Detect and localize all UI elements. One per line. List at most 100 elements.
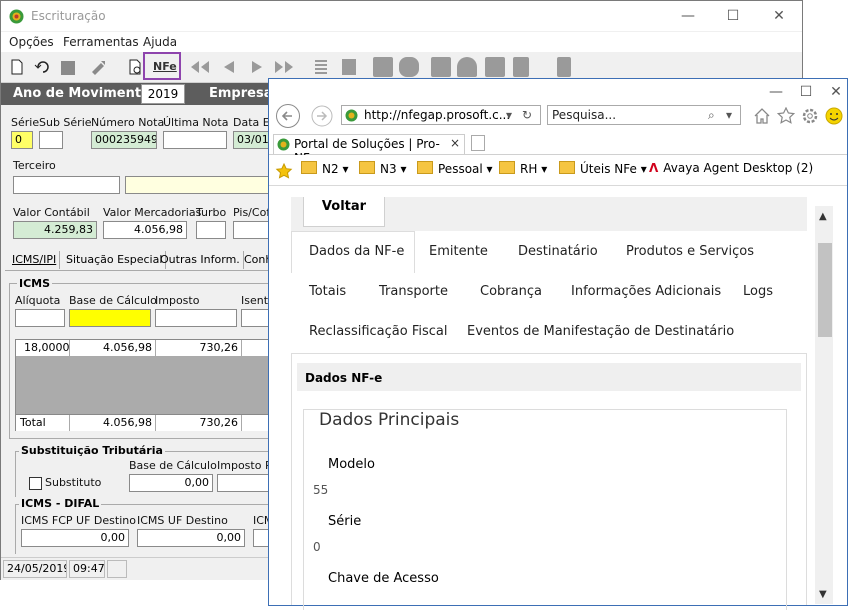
nfe-button[interactable]: NFe: [143, 52, 181, 80]
app-logo-icon: [9, 9, 24, 24]
back-arrow-icon[interactable]: [275, 103, 301, 129]
next-record-icon[interactable]: [247, 57, 267, 77]
scroll-down-icon[interactable]: ▼: [819, 589, 827, 600]
imposto-field[interactable]: [155, 309, 237, 327]
search-icon[interactable]: ⌕: [708, 106, 715, 124]
aliquota-field[interactable]: [15, 309, 65, 327]
new-tab-icon[interactable]: [471, 135, 485, 151]
numero-nota-field[interactable]: 000235949: [91, 131, 157, 149]
address-dropdown-icon[interactable]: ▾: [506, 106, 512, 124]
address-bar[interactable]: http://nfegap.prosoft.c... ▾ ↻: [341, 105, 541, 125]
tab-icms-ipi[interactable]: ICMS/IPI: [9, 251, 61, 269]
tab-eventos-manifestacao[interactable]: Eventos de Manifestação de Destinatário: [467, 324, 734, 339]
cloud-icon[interactable]: [457, 57, 477, 77]
archive-icon[interactable]: [513, 57, 529, 77]
search-box[interactable]: Pesquisa... ⌕ ▾: [547, 105, 741, 125]
valor-contabil-field[interactable]: 4.259,83: [13, 221, 97, 239]
icms-uf-field[interactable]: 0,00: [137, 529, 245, 547]
maximize-button[interactable]: ☐: [718, 5, 748, 27]
previous-record-icon[interactable]: [219, 57, 239, 77]
menu-ferramentas[interactable]: Ferramentas: [63, 35, 139, 49]
fav-rh[interactable]: RH ▾: [499, 161, 547, 176]
favorites-star-icon[interactable]: [777, 107, 795, 125]
base-calculo-field[interactable]: [69, 309, 151, 327]
first-record-icon[interactable]: [189, 57, 209, 77]
total-base-cell: 4.056,98: [70, 415, 156, 431]
substituto-checkbox[interactable]: [29, 477, 42, 490]
title-bar: Escrituração — ☐ ✕: [1, 1, 802, 31]
turbo-field[interactable]: [196, 221, 226, 239]
apple-icon[interactable]: [399, 57, 419, 77]
tab-situacao-especial[interactable]: Situação Especial: [63, 251, 167, 269]
terceiro-code-field[interactable]: [13, 176, 120, 194]
browser-tab[interactable]: Portal de Soluções | Pro-NF... ×: [273, 134, 465, 165]
site-favicon-icon: [345, 109, 358, 122]
add-favorite-star-icon[interactable]: [275, 163, 293, 179]
fav-n2[interactable]: N2 ▾: [301, 161, 348, 176]
tab-informacoes-adicionais[interactable]: Informações Adicionais: [571, 284, 721, 299]
icms-uf-label: ICMS UF Destino: [137, 514, 228, 527]
tab-totais[interactable]: Totais: [309, 284, 346, 299]
last-record-icon[interactable]: [273, 57, 293, 77]
nfe-button-label: NFe: [153, 60, 177, 73]
fav-pessoal[interactable]: Pessoal ▾: [417, 161, 493, 176]
browser-minimize-button[interactable]: —: [761, 81, 791, 103]
calculator-icon[interactable]: [339, 57, 359, 77]
list-icon[interactable]: [311, 57, 331, 77]
minimize-button[interactable]: —: [673, 5, 703, 27]
menu-opcoes[interactable]: Opções: [9, 35, 54, 49]
forward-arrow-icon[interactable]: [311, 105, 333, 127]
turbo-label: Turbo: [196, 206, 227, 219]
subserie-field[interactable]: [39, 131, 63, 149]
data-field[interactable]: 03/01/: [233, 131, 273, 149]
book-icon[interactable]: [485, 57, 505, 77]
search-placeholder: Pesquisa...: [552, 108, 617, 122]
pis-cofins-field[interactable]: [233, 221, 273, 239]
tab-transporte[interactable]: Transporte: [379, 284, 448, 299]
browser-close-button[interactable]: ✕: [821, 81, 848, 103]
year-field[interactable]: 2019: [141, 84, 185, 104]
tab-outras-inform[interactable]: Outras Inform.: [157, 251, 244, 269]
settings-gear-icon[interactable]: [801, 107, 819, 125]
valor-mercadorias-field[interactable]: 4.056,98: [103, 221, 187, 239]
st-imposto-field[interactable]: [217, 474, 273, 492]
tab-close-icon[interactable]: ×: [450, 136, 460, 150]
tools-icon[interactable]: [89, 57, 109, 77]
exit-door-icon[interactable]: [557, 57, 571, 77]
menu-ajuda[interactable]: Ajuda: [143, 35, 177, 49]
ultima-nota-field[interactable]: [163, 131, 227, 149]
st-base-field[interactable]: 0,00: [129, 474, 213, 492]
tab-logs[interactable]: Logs: [743, 284, 773, 299]
fav-n3[interactable]: N3 ▾: [359, 161, 406, 176]
tab-emitente[interactable]: Emitente: [429, 244, 488, 259]
stop-icon[interactable]: [61, 61, 75, 75]
tab-produtos-servicos[interactable]: Produtos e Serviços: [626, 244, 754, 259]
fcp-field[interactable]: 0,00: [21, 529, 129, 547]
table-row[interactable]: 18,0000 4.056,98 730,26: [16, 340, 268, 357]
new-document-icon[interactable]: [7, 57, 27, 77]
tab-destinatario[interactable]: Destinatário: [518, 244, 598, 259]
folder-icon[interactable]: [373, 57, 393, 77]
fav-uteis-nfe[interactable]: Úteis NFe ▾: [559, 161, 647, 176]
browser-maximize-button[interactable]: ☐: [791, 81, 821, 103]
scrollbar-thumb[interactable]: [818, 243, 832, 337]
empresa-label: Empresa: [209, 86, 273, 101]
search-dropdown-icon[interactable]: ▾: [726, 106, 732, 124]
fav-avaya[interactable]: Λ Avaya Agent Desktop (2): [649, 161, 813, 175]
scroll-up-icon[interactable]: ▲: [819, 211, 827, 222]
terceiro-name-field[interactable]: [125, 176, 275, 194]
home-icon[interactable]: [753, 107, 771, 125]
fav-uteis-nfe-label: Úteis NFe: [580, 162, 637, 176]
preview-icon[interactable]: [125, 57, 145, 77]
transfer-icon[interactable]: [431, 57, 451, 77]
feedback-smiley-icon[interactable]: [825, 107, 843, 125]
voltar-button[interactable]: Voltar: [303, 197, 385, 227]
tab-dados-nfe[interactable]: Dados da NF-e: [309, 244, 404, 259]
tab-reclassificacao-fiscal[interactable]: Reclassificação Fiscal: [309, 324, 447, 339]
undo-icon[interactable]: [33, 57, 53, 77]
close-button[interactable]: ✕: [764, 5, 794, 27]
tab-cobranca[interactable]: Cobrança: [480, 284, 542, 299]
numero-nota-label: Número Nota: [91, 116, 165, 129]
serie-field[interactable]: 0: [11, 131, 33, 149]
refresh-icon[interactable]: ↻: [522, 106, 532, 124]
